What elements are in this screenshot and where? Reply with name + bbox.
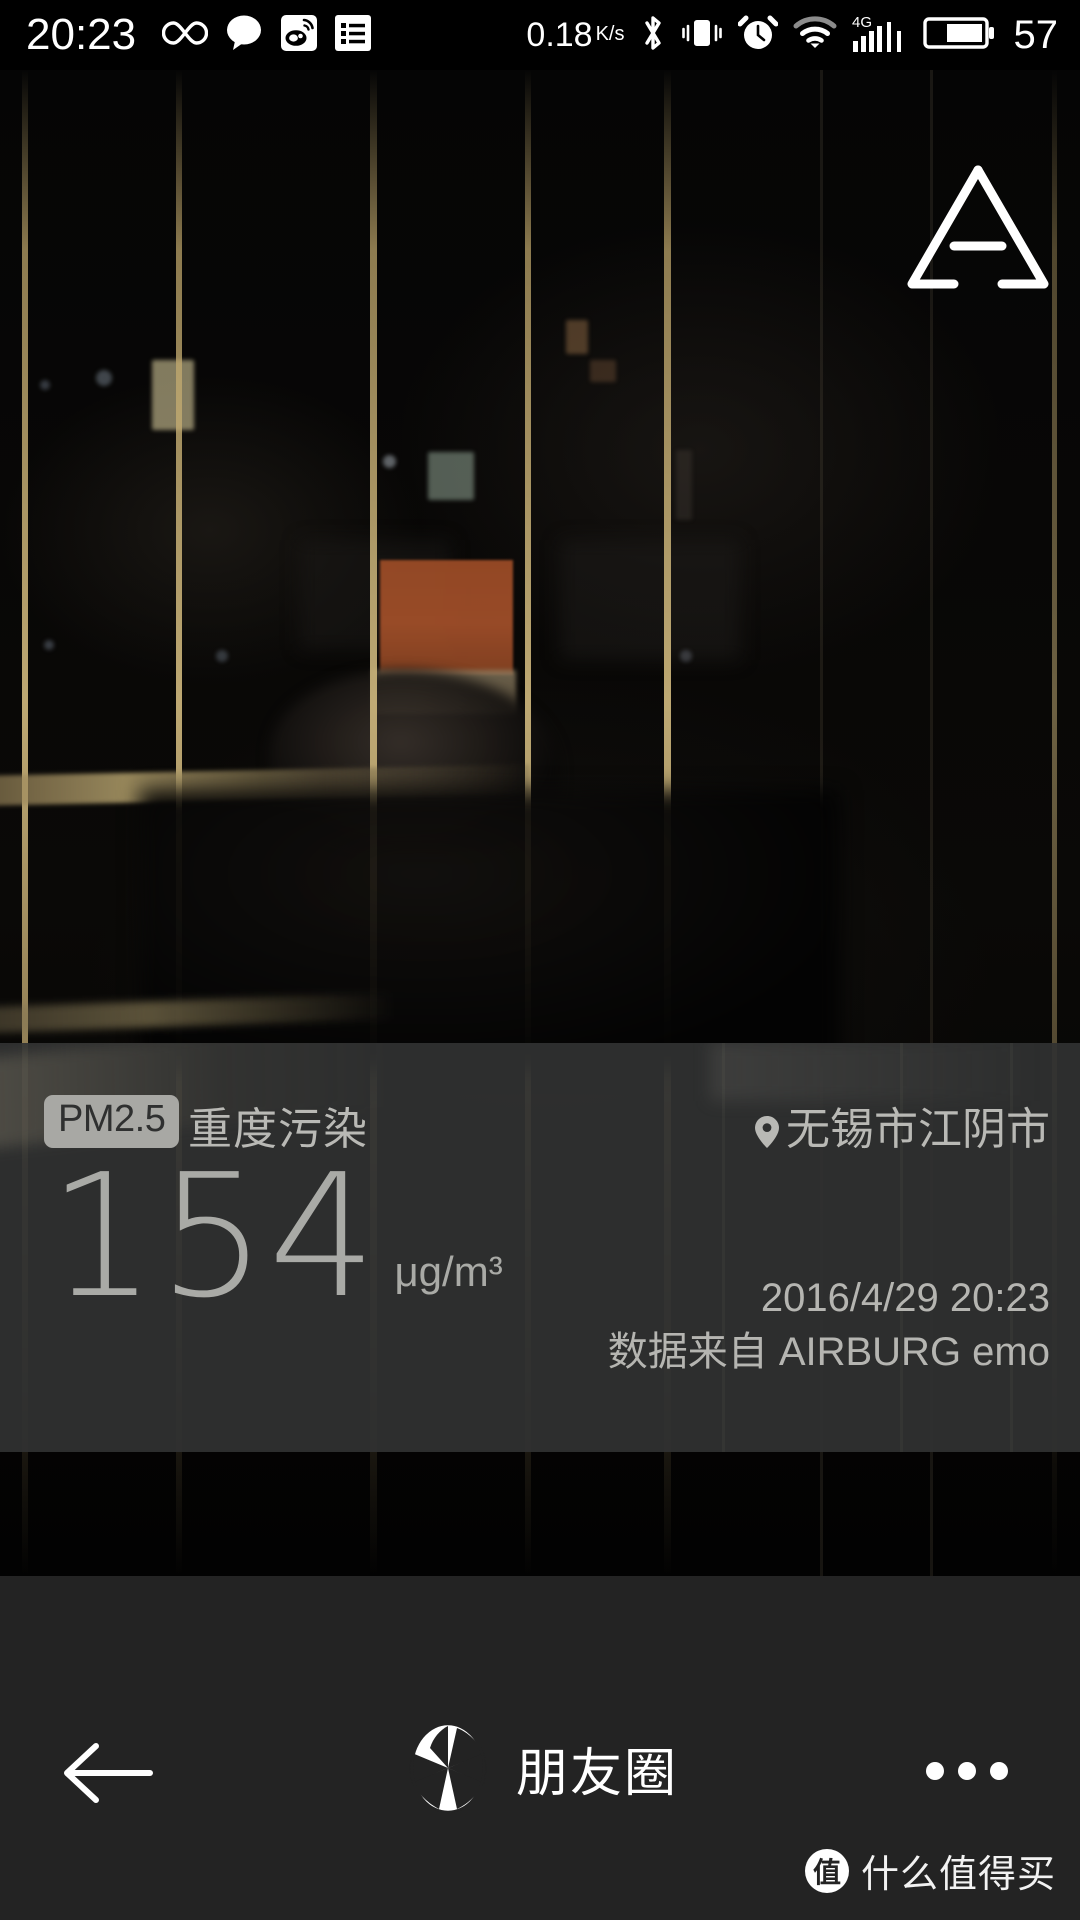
battery-percent: 57 — [1013, 12, 1059, 57]
network-speed-value: 0.18 — [526, 15, 593, 54]
pm25-unit: μg/m³ — [394, 1247, 503, 1295]
infinity-icon — [161, 18, 209, 53]
photo-content[interactable]: PM2.5 重度污染 无锡市江阴市 154 μg/m³ 2016/4/29 20… — [0, 70, 1080, 1576]
airburg-triangle-logo — [898, 158, 1058, 298]
pm25-location-text: 无锡市江阴市 — [786, 1105, 1050, 1154]
watermark-text: 什么值得买 — [860, 1854, 1056, 1896]
weibo-icon — [280, 14, 318, 57]
pm25-meta: 2016/4/29 20:23 数据来自 AIRBURG emo — [608, 1271, 1050, 1379]
photo-orange-object — [380, 560, 513, 675]
photo-window-light-9 — [44, 640, 54, 650]
svg-text:4G: 4G — [852, 14, 872, 31]
photo-window-light-4 — [428, 452, 474, 500]
pm25-value: 154 — [48, 1138, 379, 1336]
photo-window-light-7 — [590, 360, 616, 382]
alarm-clock-icon — [737, 12, 778, 59]
status-bar-right: 0.18 K/s 4G 57 — [526, 11, 1058, 60]
phone-screen: 20:23 0.18 K/s 4G 57 PM2.5 重度污染 无锡市江阴市 1… — [0, 0, 1080, 1920]
vibrate-icon — [681, 13, 723, 58]
photo-shadow-right — [560, 540, 740, 660]
network-speed-unit: K/s — [595, 22, 625, 45]
more-dot-1 — [926, 1762, 944, 1780]
photo-window-light-10 — [216, 650, 228, 662]
photo-window-light-5 — [383, 455, 396, 468]
signal-4g-icon: 4G — [852, 11, 908, 60]
pm25-location: 无锡市江阴市 — [754, 1093, 1050, 1157]
pm25-source: 数据来自 AIRBURG emo — [607, 1330, 1050, 1374]
photo-window-light-8 — [676, 450, 692, 520]
watermark-badge: 值 — [804, 1848, 849, 1893]
more-dots-icon[interactable] — [926, 1762, 1008, 1780]
bottom-toolbar: 朋友圈 值 什么值得买 — [0, 1576, 1080, 1920]
photo-window-light-3 — [40, 380, 50, 390]
bluetooth-icon — [640, 12, 666, 59]
photo-window-light-1 — [152, 360, 194, 430]
status-bar: 20:23 0.18 K/s 4G 57 — [0, 0, 1080, 70]
network-speed: 0.18 K/s — [526, 16, 624, 55]
list-icon — [334, 14, 372, 57]
share-to-moments-button[interactable]: 朋友圈 — [0, 1722, 1080, 1814]
share-to-moments-label: 朋友圈 — [515, 1744, 678, 1803]
pm25-info-panel: PM2.5 重度污染 无锡市江阴市 154 μg/m³ 2016/4/29 20… — [0, 1043, 1080, 1452]
photo-window-light-6 — [566, 320, 588, 354]
photo-window-light-2 — [96, 370, 112, 386]
location-pin-icon — [754, 1110, 780, 1148]
more-dot-2 — [958, 1762, 976, 1780]
chat-bubble-icon — [224, 14, 264, 57]
photo-dark-foreground — [140, 790, 840, 1070]
photo-window-light-11 — [680, 650, 692, 662]
pm25-value-row: 154 μg/m³ — [48, 1138, 503, 1336]
status-bar-left: 20:23 — [26, 13, 372, 57]
camera-aperture-icon — [402, 1722, 494, 1814]
status-notification-icons — [161, 14, 372, 57]
more-dot-3 — [990, 1762, 1008, 1780]
status-clock: 20:23 — [26, 10, 137, 59]
watermark: 值 什么值得买 — [804, 1843, 1056, 1898]
wifi-icon — [793, 15, 837, 56]
pm25-timestamp: 2016/4/29 20:23 — [760, 1276, 1050, 1320]
battery-icon — [922, 13, 995, 58]
